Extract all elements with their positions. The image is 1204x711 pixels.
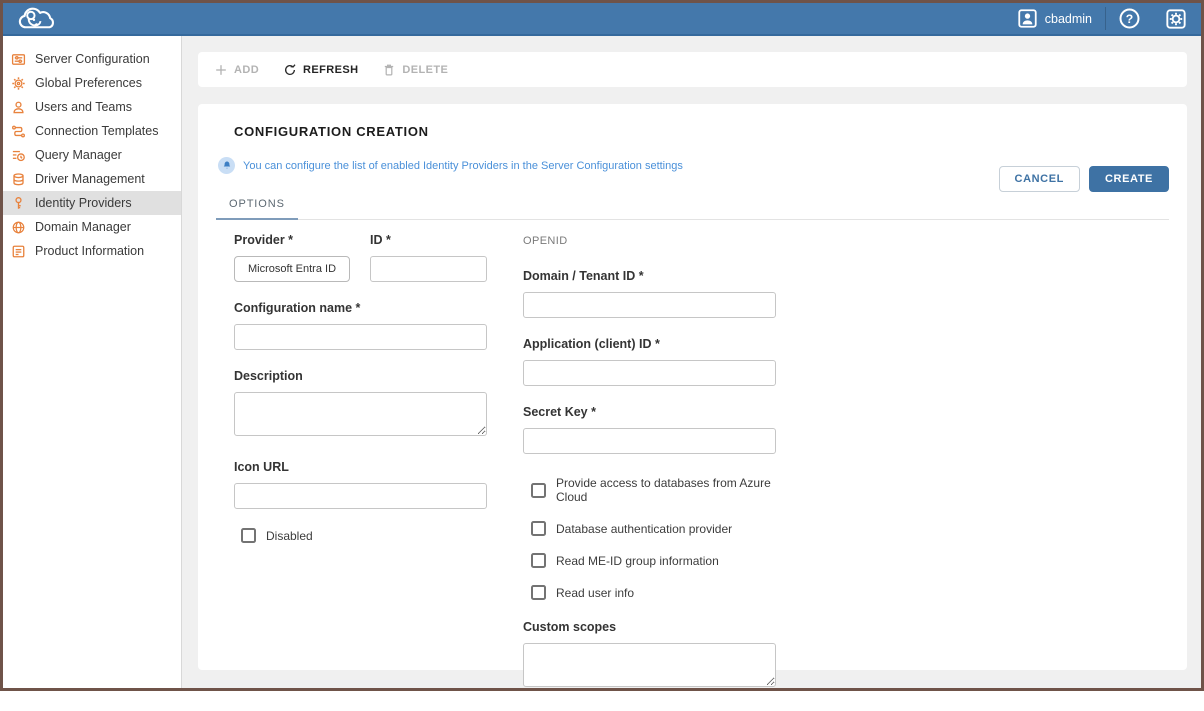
sidebar-item-label: Users and Teams [35,100,132,114]
query-history-icon [11,148,26,163]
header-actions: cbadmin ? [1005,3,1201,34]
add-button[interactable]: ADD [214,63,259,77]
svg-text:?: ? [1126,12,1133,26]
description-label: Description [234,369,487,383]
settings-button[interactable] [1153,3,1201,34]
openid-section-label: OPENID [523,235,776,247]
application-client-id-input[interactable] [523,360,776,386]
document-icon [11,244,26,259]
provider-label: Provider * [234,233,350,247]
sidebar-item-users-and-teams[interactable]: Users and Teams [3,95,181,119]
options-form: Provider * Microsoft Entra ID [234,233,1169,711]
items-toolbar: ADD REFRESH DELETE [198,52,1187,87]
sidebar-item-label: Driver Management [35,172,145,186]
secret-key-label: Secret Key * [523,405,776,419]
sidebar-item-label: Connection Templates [35,124,158,138]
gear-icon [11,76,26,91]
database-authentication-provider-checkbox-row[interactable]: Database authentication provider [531,521,776,536]
server-configuration-icon [11,52,26,67]
sidebar-item-product-information[interactable]: Product Information [3,239,181,263]
read-user-info-checkbox[interactable] [531,585,546,600]
domain-tenant-id-label: Domain / Tenant ID * [523,269,776,283]
admin-sidebar: Server Configuration Global Preferences [3,36,182,688]
cloudbeaver-logo-icon[interactable] [16,5,58,32]
tabs-bar: OPTIONS [216,189,1169,220]
secret-key-input[interactable] [523,428,776,454]
provider-selected-value: Microsoft Entra ID [248,263,336,275]
plus-icon [214,63,228,77]
main-content: ADD REFRESH DELETE [182,36,1201,688]
globe-icon [11,220,26,235]
page-title: CONFIGURATION CREATION [234,124,1169,139]
id-input[interactable] [370,256,487,282]
user-icon [11,100,26,115]
azure-cloud-access-checkbox[interactable] [531,483,546,498]
sidebar-item-identity-providers[interactable]: Identity Providers [3,191,181,215]
cancel-button[interactable]: CANCEL [999,166,1080,192]
sidebar-item-label: Domain Manager [35,220,131,234]
tab-options[interactable]: OPTIONS [216,189,298,220]
sidebar-item-label: Global Preferences [35,76,142,90]
delete-button-label: DELETE [402,64,448,76]
gear-icon [1166,9,1186,29]
trash-icon [382,63,396,77]
domain-tenant-id-input[interactable] [523,292,776,318]
sidebar-item-label: Identity Providers [35,196,132,210]
bell-icon [218,157,235,174]
database-authentication-provider-checkbox[interactable] [531,521,546,536]
custom-scopes-label: Custom scopes [523,620,776,634]
form-right-column: OPENID Domain / Tenant ID * Application … [523,233,776,711]
delete-button[interactable]: DELETE [382,63,448,77]
sidebar-item-driver-management[interactable]: Driver Management [3,167,181,191]
database-icon [11,172,26,187]
custom-scopes-textarea[interactable] [523,643,776,687]
sidebar-item-domain-manager[interactable]: Domain Manager [3,215,181,239]
add-button-label: ADD [234,64,259,76]
sidebar-item-connection-templates[interactable]: Connection Templates [3,119,181,143]
read-meid-group-information-checkbox-row[interactable]: Read ME-ID group information [531,553,776,568]
checkbox-label: Read user info [556,586,634,600]
configuration-name-label: Configuration name * [234,301,487,315]
id-label: ID * [370,233,487,247]
sidebar-item-global-preferences[interactable]: Global Preferences [3,71,181,95]
openid-options-checkboxes: Provide access to databases from Azure C… [531,476,776,600]
user-avatar-icon [1018,9,1037,28]
key-icon [11,196,26,211]
disabled-checkbox-label: Disabled [266,529,313,543]
app-window: cbadmin ? [0,0,1204,691]
disabled-checkbox[interactable] [241,528,256,543]
configuration-name-input[interactable] [234,324,487,350]
user-menu-button[interactable]: cbadmin [1005,3,1105,34]
sidebar-item-label: Product Information [35,244,144,258]
refresh-icon [283,63,297,77]
read-user-info-checkbox-row[interactable]: Read user info [531,585,776,600]
username-label: cbadmin [1045,12,1092,26]
create-button[interactable]: CREATE [1089,166,1169,192]
app-header: cbadmin ? [3,3,1201,36]
sidebar-item-label: Server Configuration [35,52,150,66]
checkbox-label: Provide access to databases from Azure C… [556,476,776,504]
description-textarea[interactable] [234,392,487,436]
read-meid-group-information-checkbox[interactable] [531,553,546,568]
azure-cloud-access-checkbox-row[interactable]: Provide access to databases from Azure C… [531,476,776,504]
refresh-button[interactable]: REFRESH [283,63,358,77]
disabled-checkbox-row[interactable]: Disabled [241,528,487,543]
application-client-id-label: Application (client) ID * [523,337,776,351]
connection-flow-icon [11,124,26,139]
refresh-button-label: REFRESH [303,64,358,76]
checkbox-label: Database authentication provider [556,522,732,536]
form-actions: CANCEL CREATE [999,166,1169,192]
sidebar-item-server-configuration[interactable]: Server Configuration [3,47,181,71]
icon-url-label: Icon URL [234,460,487,474]
checkbox-label: Read ME-ID group information [556,554,719,568]
help-icon: ? [1119,8,1140,29]
configuration-creation-panel: CONFIGURATION CREATION You can configure… [198,104,1187,670]
sidebar-item-query-manager[interactable]: Query Manager [3,143,181,167]
help-button[interactable]: ? [1106,3,1153,34]
form-left-column: Provider * Microsoft Entra ID [234,233,487,711]
info-message: You can configure the list of enabled Id… [243,160,683,172]
icon-url-input[interactable] [234,483,487,509]
sidebar-item-label: Query Manager [35,148,122,162]
provider-select[interactable]: Microsoft Entra ID [234,256,350,282]
